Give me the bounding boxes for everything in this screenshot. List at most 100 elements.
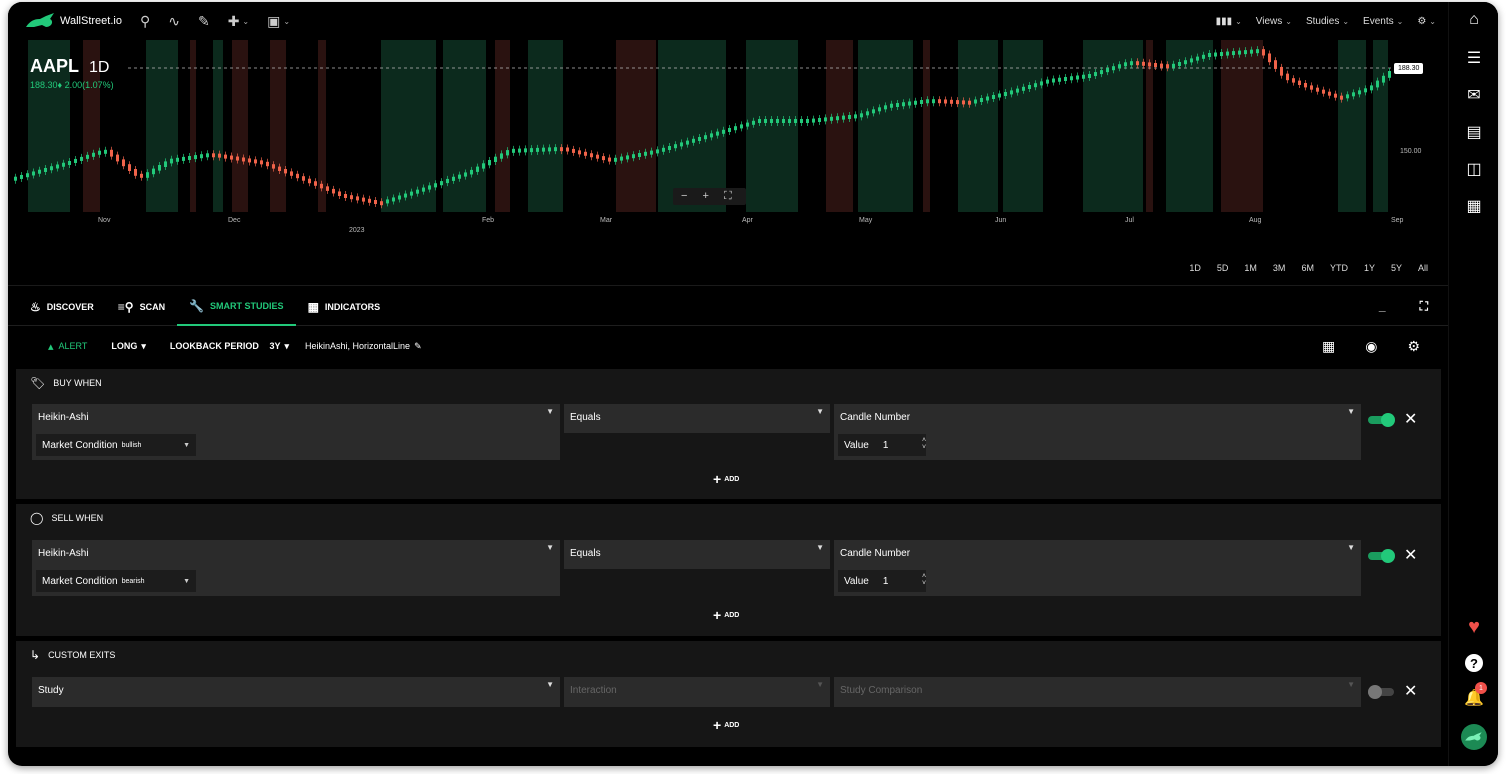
tab-discover[interactable]: ♨ DISCOVER bbox=[18, 288, 106, 326]
range-1m[interactable]: 1M bbox=[1244, 263, 1257, 273]
logo[interactable]: WallStreet.io bbox=[24, 11, 122, 31]
candle bbox=[1370, 85, 1373, 91]
candle bbox=[1286, 73, 1289, 81]
sell-when-header: ◯ SELL WHEN bbox=[16, 504, 1441, 532]
buy-remove-icon[interactable]: ✕ bbox=[1404, 409, 1417, 429]
candle bbox=[314, 181, 317, 186]
range-all[interactable]: All bbox=[1418, 263, 1428, 273]
candle bbox=[446, 178, 449, 184]
candle bbox=[230, 155, 233, 160]
tab-scan[interactable]: ≡⚲ SCAN bbox=[106, 288, 177, 326]
bell-icon[interactable]: 🔔 1 bbox=[1464, 682, 1487, 708]
chart-type-icon[interactable]: ▮▮▮ ⌄ bbox=[1216, 16, 1242, 27]
range-6m[interactable]: 6M bbox=[1301, 263, 1314, 273]
candle bbox=[992, 95, 995, 99]
search-icon[interactable]: ⚲ bbox=[140, 13, 150, 30]
candle bbox=[1166, 64, 1169, 69]
candle bbox=[1100, 70, 1103, 75]
bar-chart-icon[interactable]: ▦ bbox=[1322, 338, 1335, 355]
study-name[interactable]: HeikinAshi, HorizontalLine ✎ bbox=[305, 341, 422, 352]
range-5y[interactable]: 5Y bbox=[1391, 263, 1402, 273]
gear-icon[interactable]: ⚙ bbox=[1407, 338, 1420, 355]
sell-condition-select[interactable]: Market Condition bearish ▼ bbox=[36, 570, 196, 592]
buy-comparison-select[interactable]: Candle Number ▼ Value 1 ˄ ˅ bbox=[834, 404, 1361, 460]
exit-remove-icon[interactable]: ✕ bbox=[1404, 681, 1417, 701]
sell-study-select[interactable]: Heikin-Ashi ▼ Market Condition bearish ▼ bbox=[32, 540, 560, 596]
direction-select[interactable]: LONG ▾ bbox=[111, 341, 146, 352]
line-tool-icon[interactable]: ∿ bbox=[168, 13, 180, 30]
signal-band bbox=[658, 40, 726, 212]
buy-study-select[interactable]: Heikin-Ashi ▼ Market Condition bullish ▼ bbox=[32, 404, 560, 460]
buy-condition-select[interactable]: Market Condition bullish ▼ bbox=[36, 434, 196, 456]
crosshair-icon[interactable]: ✚ ⌄ bbox=[228, 13, 249, 30]
price-chart[interactable] bbox=[8, 40, 1448, 250]
spinner-icon[interactable]: ˄ ˅ bbox=[922, 437, 926, 451]
sell-interaction-value: Equals bbox=[570, 548, 601, 559]
caret-down-icon: ▼ bbox=[546, 407, 554, 416]
range-3m[interactable]: 3M bbox=[1273, 263, 1286, 273]
list-icon[interactable]: ☰ bbox=[1464, 48, 1484, 68]
candle bbox=[212, 153, 215, 158]
tab-indicators[interactable]: ▦ INDICATORS bbox=[296, 288, 393, 326]
fullscreen-icon[interactable]: ⛶ bbox=[1420, 299, 1428, 314]
candle bbox=[86, 154, 89, 159]
eye-icon[interactable]: ◉ bbox=[1365, 338, 1377, 355]
events-menu[interactable]: Events ⌄ bbox=[1363, 16, 1403, 27]
buy-interaction-select[interactable]: Equals ▼ bbox=[564, 404, 830, 433]
signal-band bbox=[826, 40, 853, 212]
caret-down-icon: ▼ bbox=[1347, 680, 1355, 689]
buy-enabled-toggle[interactable] bbox=[1368, 413, 1396, 427]
exit-add-button[interactable]: + ADD bbox=[713, 717, 739, 733]
candle bbox=[986, 96, 989, 101]
exit-enabled-toggle[interactable] bbox=[1368, 685, 1396, 699]
message-icon[interactable]: ▤ bbox=[1464, 122, 1484, 142]
studies-menu[interactable]: Studies ⌄ bbox=[1306, 16, 1349, 27]
range-1y[interactable]: 1Y bbox=[1364, 263, 1375, 273]
lookback-select[interactable]: LOOKBACK PERIOD 3Y ▾ bbox=[170, 341, 289, 352]
exit-study-select[interactable]: Study ▼ bbox=[32, 677, 560, 707]
sell-enabled-toggle[interactable] bbox=[1368, 549, 1396, 563]
tab-smart-studies[interactable]: 🔧 SMART STUDIES bbox=[177, 288, 296, 326]
sell-comparison-select[interactable]: Candle Number ▼ Value 1 ˄ ˅ bbox=[834, 540, 1361, 596]
condition-value: bullish bbox=[121, 441, 142, 449]
gear-icon[interactable]: ⚙ ⌄ bbox=[1417, 16, 1436, 27]
chevron-down-icon: ⌄ bbox=[242, 16, 250, 26]
candle bbox=[116, 154, 119, 162]
buy-value-stepper[interactable]: Value 1 ˄ ˅ bbox=[838, 434, 926, 456]
exit-comparison-select[interactable]: Study Comparison ▼ bbox=[834, 677, 1361, 707]
sell-remove-icon[interactable]: ✕ bbox=[1404, 545, 1417, 565]
signal-band bbox=[958, 40, 998, 212]
spinner-icon[interactable]: ˄ ˅ bbox=[922, 573, 926, 587]
avatar[interactable] bbox=[1461, 724, 1487, 750]
range-5d[interactable]: 5D bbox=[1217, 263, 1229, 273]
candle bbox=[74, 158, 77, 163]
heart-icon[interactable]: ♥ bbox=[1464, 616, 1484, 638]
archive-icon[interactable]: ▦ bbox=[1464, 196, 1484, 216]
sell-interaction-select[interactable]: Equals ▼ bbox=[564, 540, 830, 569]
views-menu[interactable]: Views ⌄ bbox=[1256, 16, 1292, 27]
candle bbox=[1268, 53, 1271, 63]
alert-button[interactable]: ▴ ALERT bbox=[48, 340, 87, 353]
chat-icon[interactable]: ✉ bbox=[1464, 85, 1484, 105]
candle bbox=[842, 115, 845, 120]
candle bbox=[1214, 52, 1217, 57]
buy-add-button[interactable]: + ADD bbox=[713, 471, 739, 487]
pencil-icon[interactable]: ✎ bbox=[198, 13, 210, 30]
comment-icon[interactable]: ▣ ⌄ bbox=[267, 13, 290, 30]
range-ytd[interactable]: YTD bbox=[1330, 263, 1348, 273]
month-label: Dec bbox=[228, 217, 241, 224]
condition-value: bearish bbox=[121, 577, 145, 585]
candle bbox=[740, 124, 743, 129]
lookback-label: LOOKBACK PERIOD bbox=[169, 341, 259, 351]
sell-add-button[interactable]: + ADD bbox=[713, 607, 739, 623]
zoom-controls[interactable]: − + ⛶ bbox=[673, 188, 746, 205]
candle bbox=[1154, 63, 1157, 67]
sell-value-stepper[interactable]: Value 1 ˄ ˅ bbox=[838, 570, 926, 592]
minimize-icon[interactable]: _ bbox=[1379, 299, 1386, 314]
tv-icon[interactable]: ◫ bbox=[1464, 159, 1484, 179]
exit-interaction-select[interactable]: Interaction ▼ bbox=[564, 677, 830, 707]
custom-exits-header: ↳ CUSTOM EXITS bbox=[16, 641, 1441, 669]
home-icon[interactable]: ⌂ bbox=[1464, 10, 1484, 30]
help-icon[interactable]: ? bbox=[1464, 653, 1484, 673]
range-1d[interactable]: 1D bbox=[1189, 263, 1201, 273]
